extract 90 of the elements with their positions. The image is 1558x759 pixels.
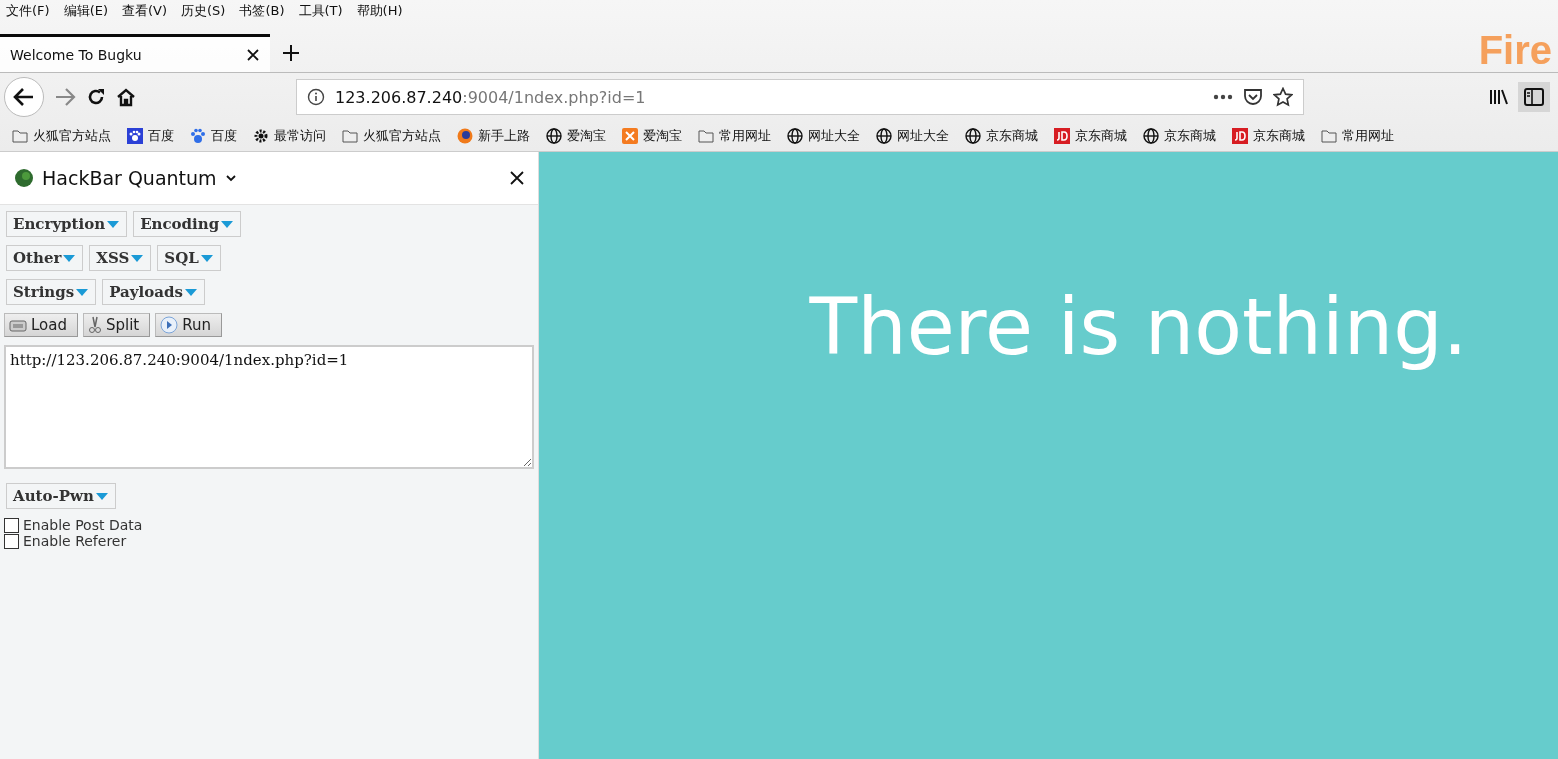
bookmark-link[interactable]: 新手上路	[478, 127, 530, 145]
checkbox[interactable]	[4, 517, 19, 533]
sidebar-title[interactable]: HackBar Quantum	[42, 167, 217, 189]
bookmark-link[interactable]: 百度	[211, 127, 237, 145]
page-message: There is nothing.	[809, 282, 1468, 372]
dropdown-triangle-icon	[94, 491, 109, 501]
home-icon[interactable]	[116, 87, 136, 107]
theme-logo: Fire	[1478, 28, 1552, 72]
bookmark-link[interactable]: 京东商城	[986, 127, 1038, 145]
bookmark-link[interactable]: 京东商城	[1075, 127, 1127, 145]
url-host: 123.206.87.240	[335, 87, 463, 107]
bookmark-link[interactable]: 火狐官方站点	[33, 127, 111, 145]
bookmark-link[interactable]: 爱淘宝	[643, 127, 682, 145]
dropdown-button[interactable]: Encryption	[6, 211, 128, 237]
browser-tab[interactable]: Welcome To Bugku	[0, 34, 270, 72]
play-icon	[160, 316, 179, 334]
bookmark-link[interactable]: 火狐官方站点	[363, 127, 441, 145]
bookmark-link[interactable]: 爱淘宝	[567, 127, 606, 145]
forward-icon[interactable]	[54, 87, 76, 107]
bookmark-link[interactable]: 百度	[148, 127, 174, 145]
dropdown-button[interactable]: Other	[6, 245, 84, 271]
logo-icon	[622, 128, 638, 144]
checkbox[interactable]	[4, 533, 19, 549]
bookmark-link[interactable]: 京东商城	[1164, 127, 1216, 145]
dropdown-button[interactable]: Payloads	[102, 279, 205, 305]
bookmark-link[interactable]: 网址大全	[897, 127, 949, 145]
dropdown-triangle-icon	[75, 287, 90, 297]
folder-icon	[12, 128, 28, 144]
logo-icon	[14, 168, 34, 188]
star-icon[interactable]	[1273, 87, 1293, 107]
logo-icon	[1054, 128, 1070, 144]
arrow-left-icon	[13, 87, 35, 107]
sidebar-icon[interactable]	[1518, 82, 1550, 112]
address-bar[interactable]: 123.206.87.240:9004/1ndex.php?id=1	[296, 79, 1304, 115]
dropdown-triangle-icon	[220, 219, 235, 229]
paw-icon	[190, 128, 206, 144]
globe-icon	[787, 128, 803, 144]
bookmark-link[interactable]: 最常访问	[274, 127, 326, 145]
tab-title: Welcome To Bugku	[10, 46, 142, 63]
library-icon[interactable]	[1488, 88, 1508, 106]
paw-icon	[127, 128, 143, 144]
folder-icon	[342, 128, 358, 144]
menu-item[interactable]: 文件(F)	[6, 2, 50, 20]
gear-icon	[253, 128, 269, 144]
drive-icon	[9, 318, 27, 332]
globe-icon	[965, 128, 981, 144]
dropdown-triangle-icon	[106, 219, 121, 229]
scissors-icon	[88, 316, 102, 334]
action-button[interactable]: Run	[155, 313, 222, 337]
dropdown-button[interactable]: Strings	[6, 279, 97, 305]
dropdown-button[interactable]: SQL	[157, 245, 221, 271]
menu-item[interactable]: 查看(V)	[122, 2, 168, 20]
checkbox-label: Enable Post Data	[23, 517, 143, 533]
menu-item[interactable]: 历史(S)	[181, 2, 226, 20]
folder-icon	[698, 128, 714, 144]
menu-item[interactable]: 编辑(E)	[63, 2, 108, 20]
back-button[interactable]	[4, 77, 44, 117]
folder-icon	[1321, 128, 1337, 144]
action-button[interactable]: Load	[4, 313, 78, 337]
menu-item[interactable]: 书签(B)	[239, 2, 285, 20]
checkbox-label: Enable Referer	[23, 533, 127, 549]
logo-icon	[1232, 128, 1248, 144]
fox-globe-icon	[457, 128, 473, 144]
menu-item[interactable]: 工具(T)	[298, 2, 343, 20]
globe-icon	[1143, 128, 1159, 144]
dropdown-triangle-icon	[183, 287, 198, 297]
chevron-down-icon[interactable]	[224, 174, 237, 182]
dropdown-triangle-icon	[130, 253, 145, 263]
bookmark-link[interactable]: 常用网址	[719, 127, 771, 145]
dropdown-button[interactable]: XSS	[89, 245, 152, 271]
plus-icon[interactable]	[282, 44, 300, 62]
dropdown-button[interactable]: Auto-Pwn	[6, 483, 116, 509]
url-text-area[interactable]: http://123.206.87.240:9004/1ndex.php?id=1	[4, 345, 534, 469]
reload-icon[interactable]	[86, 87, 106, 107]
globe-icon	[546, 128, 562, 144]
menu-item[interactable]: 帮助(H)	[356, 2, 403, 20]
action-button[interactable]: Split	[83, 313, 151, 337]
url-path: :9004/1ndex.php?id=1	[462, 87, 646, 107]
pocket-icon[interactable]	[1243, 88, 1263, 106]
more-icon[interactable]	[1213, 94, 1233, 100]
bookmark-link[interactable]: 常用网址	[1342, 127, 1394, 145]
info-icon[interactable]	[307, 88, 325, 106]
bookmark-link[interactable]: 网址大全	[808, 127, 860, 145]
close-icon[interactable]	[246, 47, 260, 62]
dropdown-button[interactable]: Encoding	[133, 211, 242, 237]
globe-icon	[876, 128, 892, 144]
dropdown-triangle-icon	[62, 253, 77, 263]
dropdown-triangle-icon	[199, 253, 214, 263]
close-icon[interactable]	[510, 171, 524, 185]
bookmark-link[interactable]: 京东商城	[1253, 127, 1305, 145]
